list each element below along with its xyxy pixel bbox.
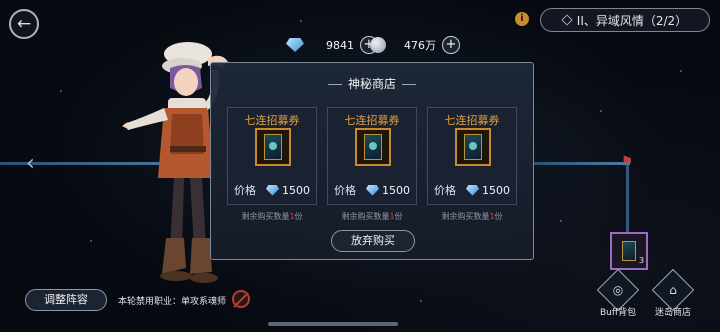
back-button[interactable]: ←: [9, 9, 39, 39]
recruit-ticket-icon: [255, 128, 291, 166]
diamond-counter: 9841 +: [286, 35, 378, 55]
item-count: 3: [639, 256, 645, 265]
price-value: 1500: [482, 183, 510, 197]
remain-prefix: 剩余购买数量: [241, 212, 290, 221]
star: [560, 220, 562, 222]
diamond-ornament-icon: [561, 14, 573, 26]
diamond-icon: [266, 184, 279, 196]
remain-suffix: 份: [494, 212, 503, 221]
adjust-lineup-button[interactable]: 调整阵容: [25, 289, 107, 311]
diamond-value: 9841: [326, 38, 354, 52]
shop-icon: ⌂: [669, 283, 677, 297]
shop-item-card[interactable]: 七连招募券 价格 1500: [327, 107, 417, 205]
price-label: 价格: [434, 184, 456, 197]
home-indicator: [268, 322, 398, 326]
recruit-ticket-icon: [455, 128, 491, 166]
remain-suffix: 份: [294, 212, 303, 221]
info-icon[interactable]: i: [515, 12, 529, 26]
map-path-vertical: [626, 165, 629, 235]
star: [680, 70, 682, 72]
island-shop-label: 迷岛商店: [654, 308, 691, 318]
item-name: 七连招募券: [244, 114, 300, 127]
star: [300, 20, 302, 22]
recruit-ticket-icon: [622, 241, 636, 261]
recruit-ticket-icon: [355, 128, 391, 166]
remain-count: 剩余购买数量1份: [227, 211, 317, 222]
shop-item-card[interactable]: 七连招募券 价格 1500: [427, 107, 517, 205]
item-name: 七连招募券: [444, 114, 500, 127]
add-coin-button[interactable]: +: [442, 36, 460, 54]
back-arrow-icon: ←: [16, 14, 32, 34]
map-path-right: [534, 162, 630, 165]
shop-item-card[interactable]: 七连招募券 价格 1500: [227, 107, 317, 205]
give-up-button[interactable]: 放弃购买: [331, 230, 415, 252]
game-stage: ‹ ← i II、异域风情（2/2） 9841 + 476万 + 神秘商店 七连…: [0, 0, 720, 332]
star: [90, 240, 92, 242]
prev-node-arrow-icon[interactable]: ‹: [26, 153, 35, 175]
shop-title: 神秘商店: [211, 75, 533, 92]
price-row: 价格 1500: [328, 180, 416, 200]
diamond-icon: [466, 184, 479, 196]
stage-title-badge: II、异域风情（2/2）: [540, 8, 710, 32]
bag-icon: ◎: [612, 283, 624, 297]
star: [600, 110, 602, 112]
coin-icon: [370, 37, 386, 53]
remain-prefix: 剩余购买数量: [441, 212, 490, 221]
diamond-icon: [366, 184, 379, 196]
mystery-shop-panel: 神秘商店 七连招募券 价格 1500 剩余购买数量1份 七连招募券 价格 150…: [210, 62, 534, 260]
price-label: 价格: [334, 184, 356, 197]
price-value: 1500: [282, 183, 310, 197]
remain-count: 剩余购买数量1份: [327, 211, 417, 222]
remain-prefix: 剩余购买数量: [341, 212, 390, 221]
title-ornament: [327, 84, 342, 85]
price-row: 价格 1500: [228, 180, 316, 200]
price-value: 1500: [382, 183, 410, 197]
title-ornament: [402, 84, 416, 85]
remain-suffix: 份: [394, 212, 403, 221]
coin-counter: 476万 +: [370, 35, 460, 55]
diamond-icon: [286, 38, 304, 52]
price-row: 价格 1500: [428, 180, 516, 200]
star: [420, 300, 422, 302]
flag-icon[interactable]: ⚑: [618, 154, 636, 172]
star: [60, 90, 62, 92]
price-label: 价格: [234, 184, 256, 197]
ban-class-icon: [232, 290, 250, 308]
remain-count: 剩余购买数量1份: [427, 211, 517, 222]
stage-title: II、异域风情（2/2）: [576, 13, 688, 28]
banned-class-text: 本轮禁用职业：单攻系魂师: [118, 297, 227, 307]
item-name: 七连招募券: [344, 114, 400, 127]
shop-title-text: 神秘商店: [347, 77, 396, 91]
buff-bag-label: Buff背包: [599, 308, 637, 318]
coin-value: 476万: [404, 39, 436, 52]
